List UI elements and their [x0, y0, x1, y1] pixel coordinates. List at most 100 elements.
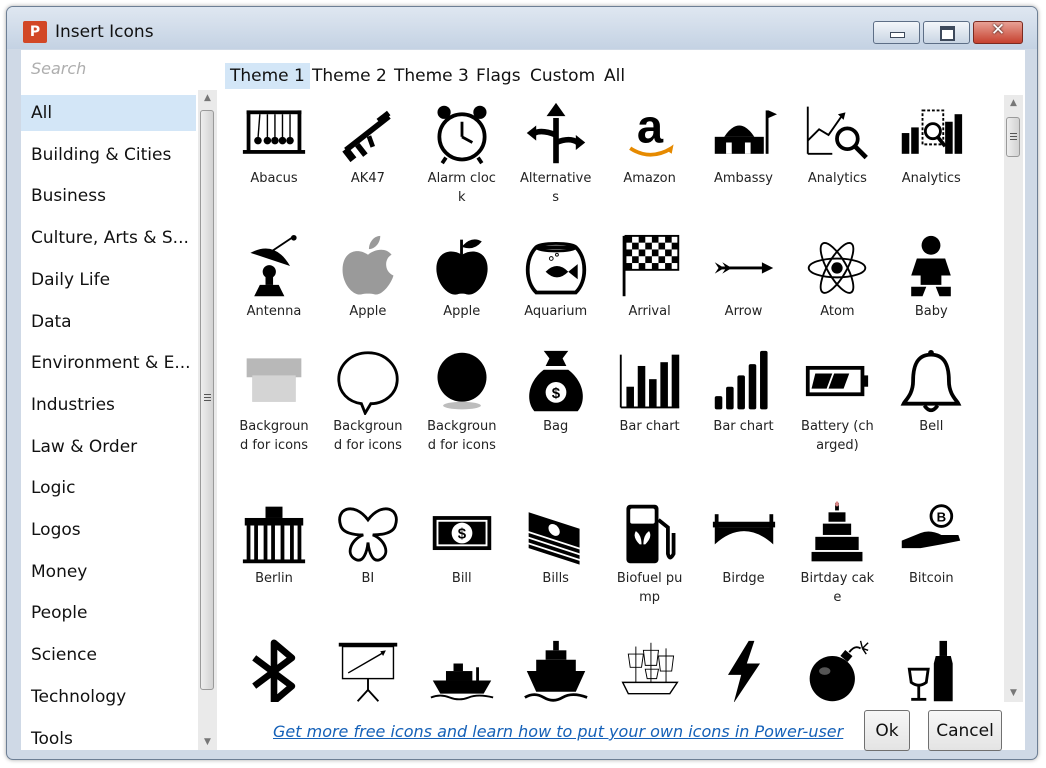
icon-tile[interactable]: $ Bill	[415, 495, 509, 645]
arrival-flag-icon	[622, 234, 679, 297]
icon-tile[interactable]: Ambassy	[697, 95, 791, 245]
category-item[interactable]: Logic	[21, 470, 196, 506]
icon-tile[interactable]: Biofuel pump	[603, 495, 697, 645]
scroll-down-arrow-icon[interactable]: ▼	[198, 734, 217, 750]
more-icons-link[interactable]: Get more free icons and learn how to put…	[273, 722, 843, 741]
tab-theme[interactable]: Theme 2	[307, 63, 392, 89]
category-scrollbar-thumb[interactable]	[200, 110, 214, 690]
category-item[interactable]: Business	[21, 178, 196, 214]
maximize-icon	[940, 26, 955, 41]
icon-tile[interactable]: Birtday cake	[790, 495, 884, 645]
tab-theme[interactable]: Flags	[471, 63, 526, 89]
grip-line	[204, 394, 211, 395]
icon-tile[interactable]: Analytics	[790, 95, 884, 245]
bills-stack-icon	[528, 512, 580, 565]
category-item[interactable]: Technology	[21, 679, 196, 715]
category-item[interactable]: Building & Cities	[21, 137, 196, 173]
icon-label: Ambassy	[713, 171, 773, 186]
wine-bottle-icon	[907, 640, 953, 702]
icon-tile[interactable]	[697, 633, 791, 702]
bar-chart-rising-icon	[714, 350, 768, 410]
icon-tile[interactable]: Background for icons	[415, 343, 509, 493]
icon-tile[interactable]: Abacus	[227, 95, 321, 245]
category-scrollbar[interactable]: ▲ ▼	[198, 90, 217, 750]
analytics-magnifier-icon	[807, 106, 869, 160]
ok-button[interactable]: Ok	[864, 710, 910, 751]
minimize-button[interactable]	[873, 21, 920, 44]
icon-label: Baby	[914, 304, 948, 319]
icon-label: Arrival	[628, 304, 671, 319]
tab-theme[interactable]: Theme 1	[225, 63, 310, 89]
tab-theme[interactable]: Theme 3	[389, 63, 474, 89]
icon-label: Analytics	[901, 171, 961, 186]
icon-label: Bitcoin	[909, 571, 954, 586]
icon-tile[interactable]: Alternatives	[509, 95, 603, 245]
icon-tile[interactable]	[321, 633, 415, 702]
svg-text:$: $	[458, 526, 467, 543]
icon-tile[interactable]	[603, 633, 697, 702]
category-item[interactable]: People	[21, 595, 196, 631]
icon-grid: Abacus AK47 Alarm clock Alternatives a Amazon…	[227, 95, 995, 702]
category-item[interactable]: Daily Life	[21, 262, 196, 298]
icon-tile[interactable]: Bar chart	[603, 343, 697, 493]
maximize-button[interactable]	[923, 21, 970, 44]
scroll-up-arrow-icon[interactable]: ▲	[198, 90, 217, 106]
icon-tile[interactable]: AK47	[321, 95, 415, 245]
bar-chart-icon	[619, 354, 679, 409]
category-item[interactable]: Data	[21, 304, 196, 340]
icon-label: Bills	[542, 571, 569, 586]
icon-tile[interactable]: Background for icons	[321, 343, 415, 493]
category-item[interactable]: All	[21, 95, 196, 131]
category-item[interactable]: Logos	[21, 512, 196, 548]
dialog-body: All Building & Cities Business Culture, Art…	[21, 50, 1025, 751]
sailing-ship-icon	[621, 642, 679, 695]
cancel-button[interactable]: Cancel	[928, 710, 1002, 751]
title-bar[interactable]: P Insert Icons ✕	[7, 7, 1037, 49]
tab-theme[interactable]: All	[599, 63, 630, 89]
apple-fruit-icon	[436, 239, 488, 295]
tab-theme[interactable]: Custom	[525, 63, 600, 89]
icon-tile[interactable]: BI	[321, 495, 415, 645]
category-list: All Building & Cities Business Culture, Art…	[21, 90, 196, 750]
category-item[interactable]: Tools	[21, 721, 196, 757]
icon-label: Alternatives	[520, 171, 592, 205]
icon-tile[interactable]: Alarm clock	[415, 95, 509, 245]
category-item[interactable]: Culture, Arts & S...	[21, 220, 196, 256]
icon-tile[interactable]	[415, 633, 509, 702]
grip-line	[204, 400, 211, 401]
icon-tile[interactable]: $ Bag	[509, 343, 603, 493]
close-button[interactable]: ✕	[973, 20, 1023, 44]
icon-tile[interactable]	[884, 633, 978, 702]
scroll-down-arrow-icon[interactable]: ▼	[1004, 685, 1023, 701]
icon-tile[interactable]: Background for icons	[227, 343, 321, 493]
category-item[interactable]: Law & Order	[21, 429, 196, 465]
icon-grid-scrollbar-thumb[interactable]	[1006, 117, 1020, 157]
category-item[interactable]: Industries	[21, 387, 196, 423]
icon-tile[interactable]	[227, 633, 321, 702]
scroll-up-arrow-icon[interactable]: ▲	[1004, 95, 1023, 111]
category-item[interactable]: Money	[21, 554, 196, 590]
search-input[interactable]	[23, 53, 195, 83]
icon-tile[interactable]: Bell	[884, 343, 978, 493]
icon-tile[interactable]: Bills	[509, 495, 603, 645]
icon-label: Apple	[443, 304, 481, 319]
icon-tile[interactable]: Analytics	[884, 95, 978, 245]
icon-tile[interactable]: B Bitcoin	[884, 495, 978, 645]
category-item[interactable]: Environment & E...	[21, 345, 196, 381]
icon-tile[interactable]: Bar chart	[697, 343, 791, 493]
biofuel-pump-icon	[626, 504, 676, 564]
icon-grid-scrollbar[interactable]: ▲ ▼	[1004, 95, 1023, 702]
bell-icon	[900, 349, 962, 413]
icon-tile[interactable]	[790, 633, 884, 702]
category-item[interactable]: Science	[21, 637, 196, 673]
alarm-clock-icon	[437, 105, 487, 165]
icon-tile[interactable]: a Amazon	[603, 95, 697, 245]
icon-label: Amazon	[623, 171, 676, 186]
icon-label: Berlin	[255, 571, 293, 586]
icon-tile[interactable]	[509, 633, 603, 702]
icon-tile[interactable]: Birdge	[697, 495, 791, 645]
icon-label: Biofuel pump	[616, 571, 683, 605]
icon-tile[interactable]: Berlin	[227, 495, 321, 645]
bitcoin-icon: B	[902, 504, 961, 549]
icon-tile[interactable]: Battery (charged)	[790, 343, 884, 493]
